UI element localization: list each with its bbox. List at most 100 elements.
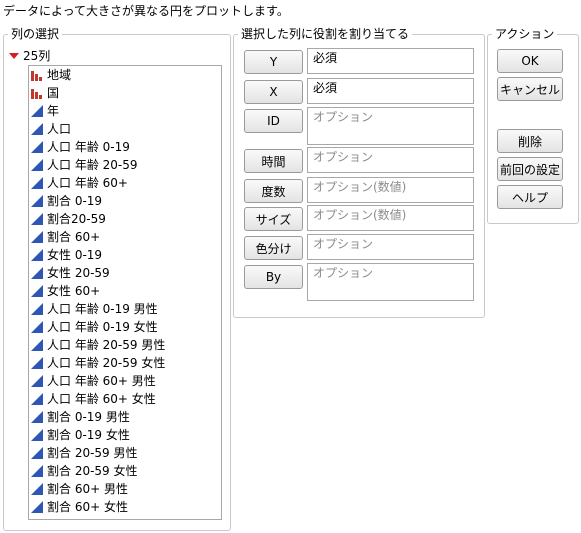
column-list-item[interactable]: 女性 60+ — [29, 282, 221, 300]
column-name: 国 — [47, 86, 60, 100]
column-list-item[interactable]: 割合 0-19 — [29, 192, 221, 210]
column-name: 人口 年齢 20-59 女性 — [47, 356, 166, 370]
column-name: 人口 年齢 60+ 男性 — [47, 374, 156, 388]
continuous-triangle-icon — [30, 464, 44, 478]
column-name: 人口 — [47, 122, 72, 136]
role-button[interactable]: X — [244, 80, 303, 104]
column-name: 人口 年齢 0-19 — [47, 140, 130, 154]
continuous-triangle-icon — [30, 284, 44, 298]
column-selection-title: 列の選択 — [8, 27, 63, 41]
column-list-item[interactable]: 人口 年齢 60+ 男性 — [29, 372, 221, 390]
column-name: 割合 20-59 女性 — [47, 464, 138, 478]
continuous-triangle-icon — [30, 428, 44, 442]
role-drop-field[interactable]: 必須 — [307, 48, 474, 74]
column-list-item[interactable]: 人口 年齢 60+ 女性 — [29, 390, 221, 408]
column-list-item[interactable]: 人口 年齢 20-59 男性 — [29, 336, 221, 354]
continuous-triangle-icon — [30, 410, 44, 424]
column-name: 人口 年齢 0-19 男性 — [47, 302, 158, 316]
column-count-toggle[interactable]: 25列 — [9, 47, 50, 64]
role-button[interactable]: Y — [244, 50, 303, 74]
column-name: 割合 60+ 女性 — [47, 500, 128, 514]
column-name: 割合 20-59 男性 — [47, 446, 138, 460]
column-list-item[interactable]: 割合 60+ — [29, 228, 221, 246]
column-name: 人口 年齢 20-59 男性 — [47, 338, 166, 352]
role-button[interactable]: サイズ — [244, 207, 303, 231]
column-list: 地域国年人口人口 年齢 0-19 人口 年齢 20-59 人口 年齢 60+ 割合 0… — [29, 66, 221, 516]
continuous-triangle-icon — [30, 248, 44, 262]
column-name: 人口 年齢 60+ — [47, 176, 128, 190]
column-list-item[interactable]: 割合 20-59 男性 — [29, 444, 221, 462]
role-button[interactable]: 色分け — [244, 236, 303, 260]
role-drop-field[interactable]: オプション — [307, 147, 474, 173]
column-list-item[interactable]: 人口 年齢 20-59 — [29, 156, 221, 174]
continuous-triangle-icon — [30, 230, 44, 244]
role-drop-field[interactable]: オプション(数値) — [307, 205, 474, 231]
column-name: 割合20-59 — [47, 212, 106, 226]
continuous-triangle-icon — [30, 104, 44, 118]
role-button[interactable]: ID — [244, 109, 303, 133]
column-list-item[interactable]: 国 — [29, 84, 221, 102]
column-list-item[interactable]: 年 — [29, 102, 221, 120]
role-button[interactable]: 時間 — [244, 149, 303, 173]
column-list-item[interactable]: 女性 0-19 — [29, 246, 221, 264]
column-name: 割合 0-19 女性 — [47, 428, 130, 442]
role-button[interactable]: 度数 — [244, 179, 303, 203]
column-list-item[interactable]: 人口 — [29, 120, 221, 138]
continuous-triangle-icon — [30, 392, 44, 406]
continuous-triangle-icon — [30, 212, 44, 226]
remove-button[interactable]: 削除 — [497, 129, 563, 153]
column-list-item[interactable]: 人口 年齢 20-59 女性 — [29, 354, 221, 372]
continuous-triangle-icon — [30, 446, 44, 460]
continuous-triangle-icon — [30, 140, 44, 154]
continuous-triangle-icon — [30, 194, 44, 208]
cancel-button[interactable]: キャンセル — [497, 77, 563, 101]
column-name: 女性 0-19 — [47, 248, 103, 262]
column-name: 人口 年齢 60+ 女性 — [47, 392, 156, 406]
disclosure-triangle-icon[interactable] — [9, 52, 19, 59]
role-drop-field[interactable]: オプション(数値) — [307, 177, 474, 203]
nominal-bar-icon — [30, 86, 44, 100]
recall-button[interactable]: 前回の設定 — [497, 157, 563, 181]
role-assignment-title: 選択した列に役割を割り当てる — [238, 27, 413, 41]
column-list-item[interactable]: 人口 年齢 0-19 — [29, 138, 221, 156]
column-list-item[interactable]: 人口 年齢 60+ — [29, 174, 221, 192]
role-drop-field[interactable]: オプション — [307, 107, 474, 145]
actions-title: アクション — [492, 27, 558, 41]
continuous-triangle-icon — [30, 500, 44, 514]
column-list-item[interactable]: 割合 60+ 女性 — [29, 498, 221, 516]
column-list-item[interactable]: 人口 年齢 0-19 女性 — [29, 318, 221, 336]
column-list-item[interactable]: 割合 20-59 女性 — [29, 462, 221, 480]
column-name: 人口 年齢 0-19 女性 — [47, 320, 158, 334]
continuous-triangle-icon — [30, 356, 44, 370]
continuous-triangle-icon — [30, 338, 44, 352]
column-name: 割合 60+ 男性 — [47, 482, 128, 496]
column-list-item[interactable]: 割合 0-19 男性 — [29, 408, 221, 426]
role-drop-field[interactable]: 必須 — [307, 78, 474, 104]
column-name: 割合 60+ — [47, 230, 101, 244]
role-button[interactable]: By — [244, 265, 303, 289]
column-list-item[interactable]: 地域 — [29, 66, 221, 84]
column-name: 地域 — [47, 68, 72, 82]
role-drop-field[interactable]: オプション — [307, 263, 474, 301]
continuous-triangle-icon — [30, 302, 44, 316]
column-list-item[interactable]: 女性 20-59 — [29, 264, 221, 282]
column-list-item[interactable]: 割合 0-19 女性 — [29, 426, 221, 444]
column-list-item[interactable]: 人口 年齢 0-19 男性 — [29, 300, 221, 318]
continuous-triangle-icon — [30, 320, 44, 334]
continuous-triangle-icon — [30, 266, 44, 280]
column-name: 年 — [47, 104, 60, 118]
nominal-bar-icon — [30, 68, 44, 82]
continuous-triangle-icon — [30, 158, 44, 172]
help-button[interactable]: ヘルプ — [497, 185, 563, 209]
column-name: 女性 60+ — [47, 284, 101, 298]
role-drop-field[interactable]: オプション — [307, 234, 474, 260]
continuous-triangle-icon — [30, 374, 44, 388]
column-list-item[interactable]: 割合20-59 — [29, 210, 221, 228]
continuous-triangle-icon — [30, 176, 44, 190]
column-listbox[interactable]: 地域国年人口人口 年齢 0-19 人口 年齢 20-59 人口 年齢 60+ 割合 0… — [28, 65, 222, 520]
continuous-triangle-icon — [30, 482, 44, 496]
column-list-item[interactable]: 割合 60+ 男性 — [29, 480, 221, 498]
column-count-label: 25列 — [23, 49, 51, 63]
column-name: 女性 20-59 — [47, 266, 110, 280]
ok-button[interactable]: OK — [497, 49, 563, 73]
